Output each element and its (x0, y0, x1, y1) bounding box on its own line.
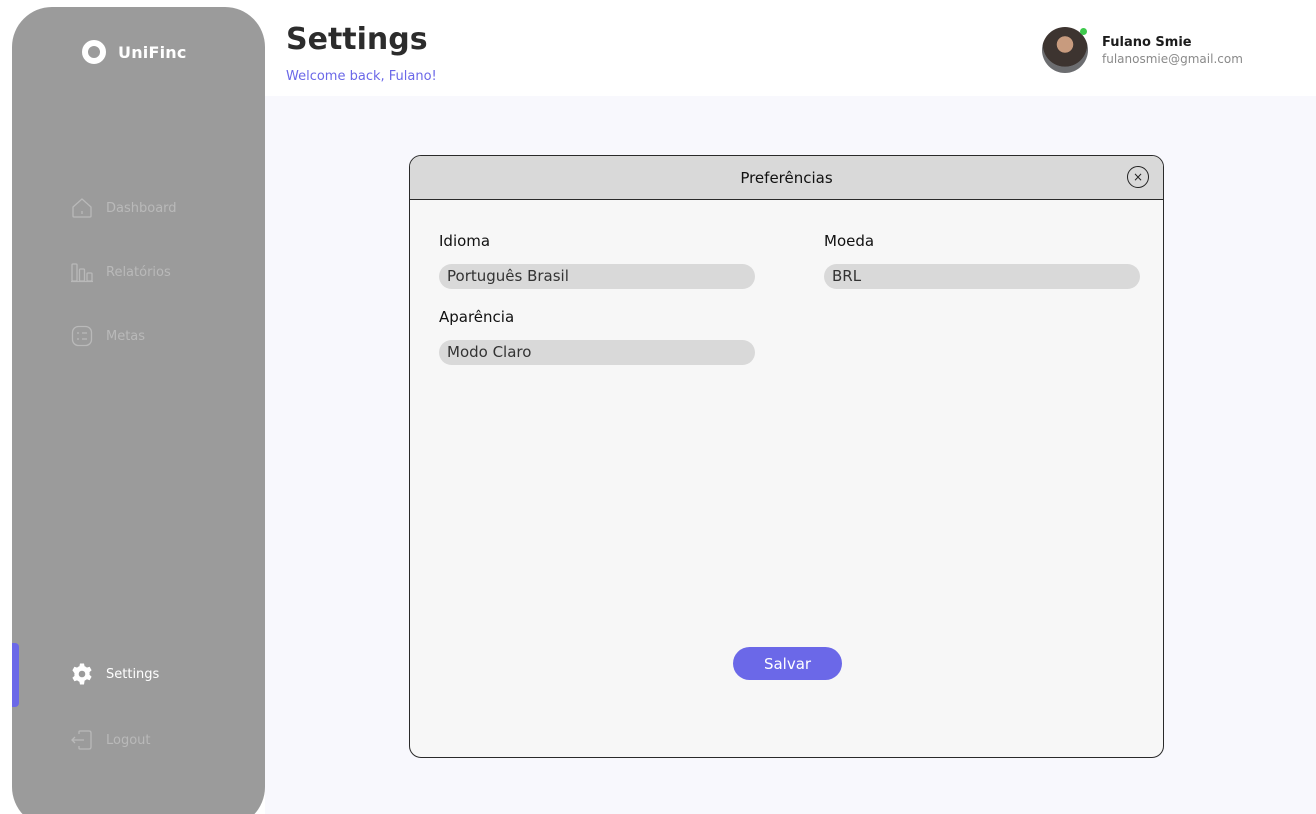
close-icon[interactable]: × (1127, 166, 1149, 188)
user-email: fulanosmie@gmail.com (1102, 51, 1243, 66)
target-list-icon (71, 325, 93, 347)
logo-ring-icon (82, 40, 106, 64)
user-profile[interactable]: Fulano Smie fulanosmie@gmail.com (1042, 27, 1243, 73)
page-title: Settings (286, 22, 428, 57)
home-icon (72, 198, 92, 218)
sidebar: UniFinc (12, 7, 265, 814)
sidebar-item-settings[interactable]: Settings (70, 662, 159, 686)
modal-header: Preferências × (410, 156, 1163, 200)
sidebar-item-label: Settings (106, 666, 160, 682)
sidebar-item-label: Dashboard (106, 200, 177, 216)
sidebar-item-metas[interactable]: Metas (70, 324, 145, 348)
sidebar-item-label: Relatórios (106, 264, 171, 280)
sidebar-item-logout[interactable]: Logout (70, 728, 151, 752)
active-indicator (12, 643, 19, 707)
app-name: UniFinc (118, 42, 187, 62)
online-status-dot (1080, 28, 1087, 35)
bar-chart-icon (71, 263, 93, 283)
app-logo: UniFinc (82, 40, 187, 64)
user-name: Fulano Smie (1102, 34, 1192, 50)
logout-icon (71, 730, 92, 750)
welcome-message: Welcome back, Fulano! (286, 69, 437, 84)
save-button[interactable]: Salvar (733, 647, 842, 680)
language-label: Idioma (439, 232, 491, 250)
currency-label: Moeda (824, 232, 875, 250)
appearance-select[interactable]: Modo Claro (439, 340, 755, 365)
language-select[interactable]: Português Brasil (439, 264, 755, 289)
gear-icon (72, 663, 92, 685)
appearance-label: Aparência (439, 308, 515, 326)
sidebar-item-relatorios[interactable]: Relatórios (70, 260, 171, 284)
sidebar-item-dashboard[interactable]: Dashboard (70, 196, 177, 220)
avatar[interactable] (1042, 27, 1088, 73)
app-root: UniFinc Dashboard Relatórios Metas Setti… (0, 0, 1316, 814)
currency-select[interactable]: BRL (824, 264, 1140, 289)
user-info: Fulano Smie fulanosmie@gmail.com (1102, 35, 1243, 66)
preferences-modal: Preferências × Idioma Português Brasil M… (409, 155, 1164, 758)
modal-title: Preferências (740, 168, 833, 187)
sidebar-item-label: Logout (106, 732, 151, 748)
sidebar-item-label: Metas (106, 328, 146, 344)
